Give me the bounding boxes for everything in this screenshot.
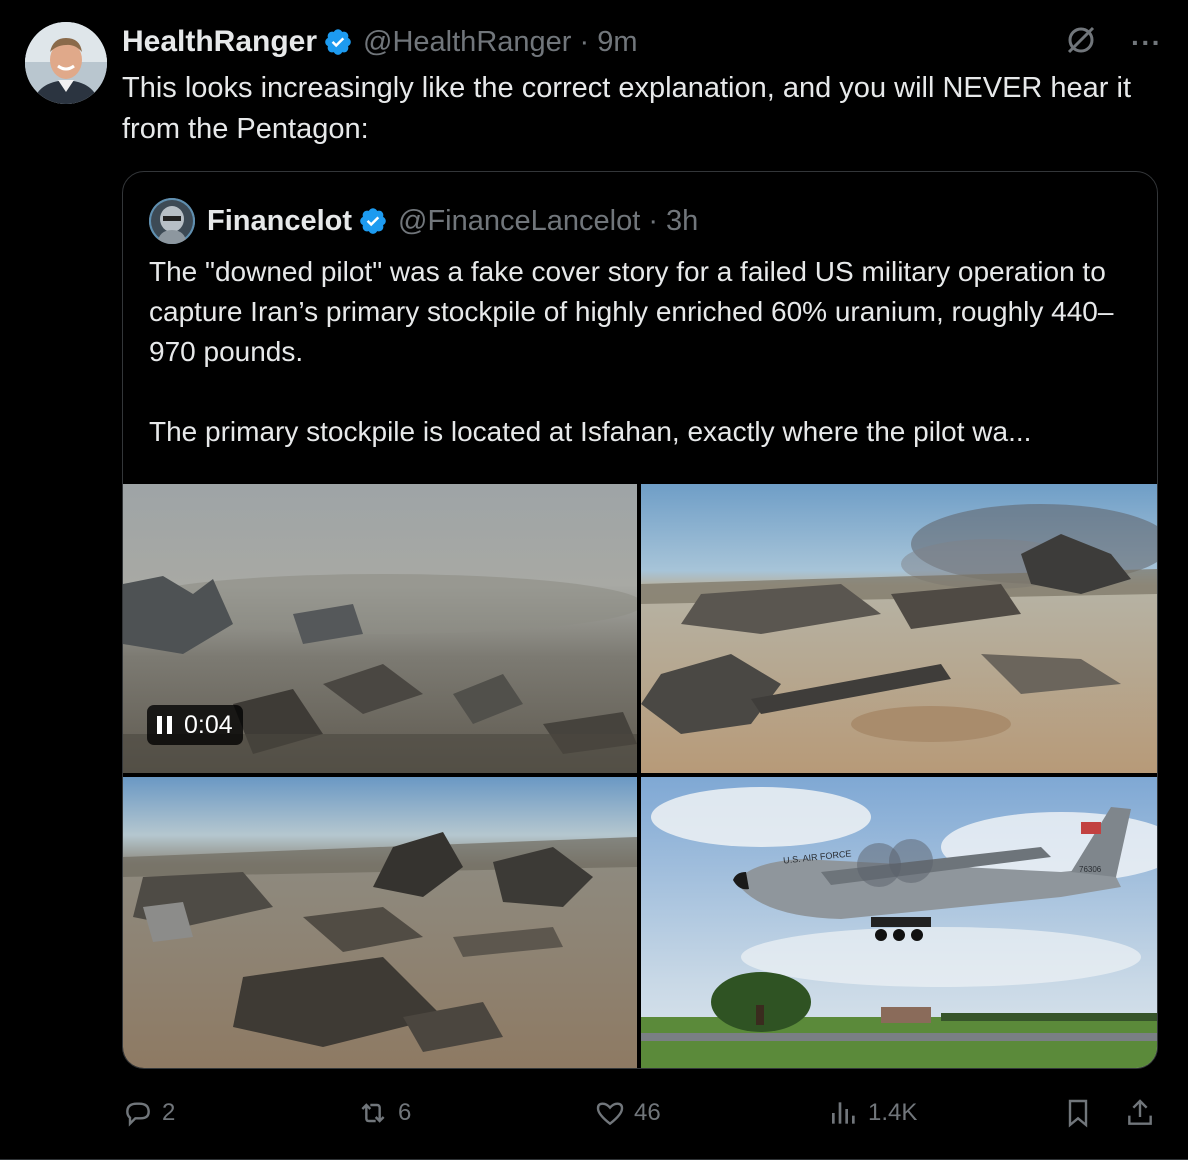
reply-button[interactable]: 2 (122, 1097, 175, 1129)
quoted-header: Financelot @FinanceLancelot · 3h (149, 198, 698, 244)
quoted-author-name[interactable]: Financelot (207, 205, 352, 238)
more-icon[interactable]: ··· (1131, 27, 1162, 59)
views-count: 1.4K (868, 1099, 918, 1126)
tweet-header: HealthRanger @HealthRanger · 9m ··· (122, 22, 1162, 62)
like-count: 46 (634, 1099, 661, 1126)
tweet-actions: 2 6 46 1.4K (122, 1090, 1162, 1136)
verified-badge-icon (325, 29, 351, 55)
pause-icon[interactable] (157, 716, 172, 734)
video-time: 0:04 (184, 710, 233, 739)
heart-icon (596, 1102, 624, 1126)
aircraft-tail-number: 76306 (1079, 865, 1102, 874)
views-button[interactable]: 1.4K (828, 1097, 917, 1129)
author-handle-time[interactable]: @HealthRanger · 9m (363, 26, 637, 59)
bookmark-icon (1068, 1099, 1088, 1128)
bookmark-button[interactable] (1062, 1096, 1094, 1130)
photo-wreckage-debris[interactable] (123, 777, 637, 1068)
header-actions: ··· (1065, 24, 1162, 61)
reply-icon (126, 1102, 150, 1127)
video-wreckage-field[interactable]: 0:04 (123, 484, 637, 773)
photo-wreckage-burning[interactable] (641, 484, 1157, 773)
share-button[interactable] (1124, 1096, 1156, 1130)
like-button[interactable]: 46 (594, 1097, 661, 1129)
quoted-tweet[interactable]: Financelot @FinanceLancelot · 3h The "do… (122, 171, 1158, 1069)
grok-icon[interactable] (1065, 24, 1097, 61)
repost-icon (361, 1103, 385, 1123)
author-avatar[interactable] (25, 22, 107, 104)
photo-c130-aircraft[interactable]: U.S. AIR FORCE 76306 (641, 777, 1157, 1068)
quoted-author-avatar[interactable] (149, 198, 195, 244)
quoted-author-handle-time[interactable]: @FinanceLancelot · 3h (398, 205, 698, 238)
quoted-tweet-text: The "downed pilot" was a fake cover stor… (149, 256, 1114, 447)
video-duration-badge[interactable]: 0:04 (147, 705, 243, 745)
verified-badge-icon (360, 208, 386, 234)
tweet-text: This looks increasingly like the correct… (122, 72, 1132, 145)
author-name[interactable]: HealthRanger (122, 25, 317, 59)
repost-count: 6 (398, 1099, 412, 1126)
views-icon (832, 1102, 855, 1124)
media-grid: 0:04 U.S. AIR FORCE 76306 (123, 484, 1157, 1068)
reply-count: 2 (162, 1099, 176, 1126)
share-icon (1128, 1099, 1152, 1125)
repost-button[interactable]: 6 (356, 1097, 411, 1129)
